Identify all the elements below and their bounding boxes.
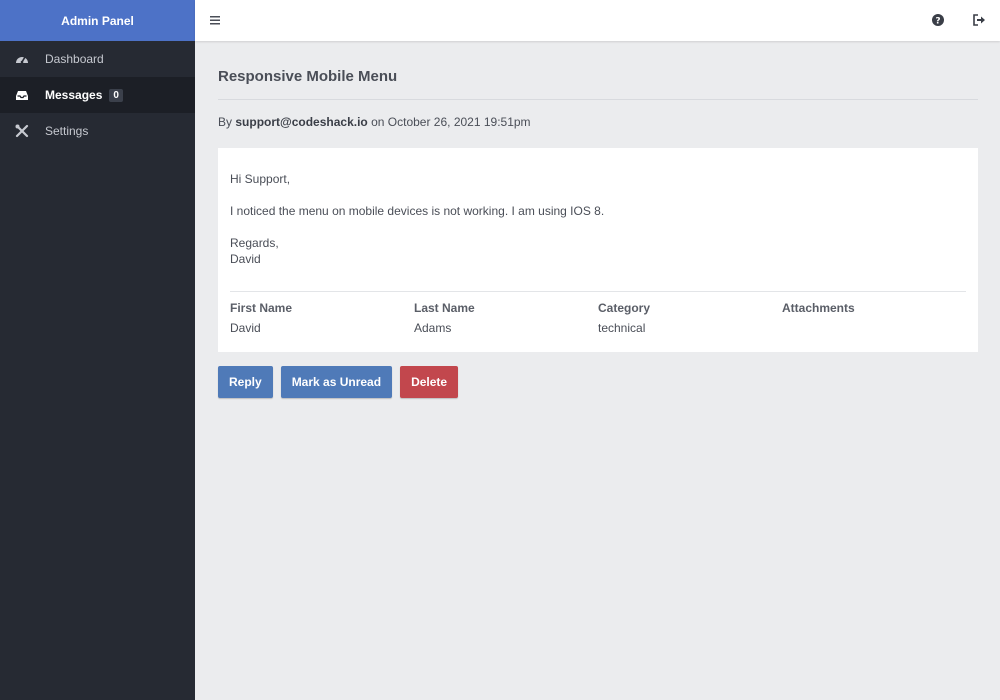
field-value: Adams (414, 321, 452, 335)
svg-text:?: ? (935, 17, 940, 27)
field-label: First Name (230, 301, 293, 315)
sidebar-item-label: Dashboard (45, 52, 104, 66)
sidebar-item-settings[interactable]: Settings (0, 113, 195, 149)
message-date: on October 26, 2021 19:51pm (371, 115, 531, 129)
title-divider (218, 99, 978, 100)
reply-button[interactable]: Reply (218, 366, 273, 398)
top-bar: ? (195, 0, 1000, 41)
message-view: Responsive Mobile Menu By support@codesh… (218, 41, 978, 398)
message-actions: Reply Mark as Unread Delete (218, 366, 978, 398)
gauge-icon (15, 52, 29, 66)
logout-icon[interactable] (972, 13, 986, 27)
message-meta: By support@codeshack.io on October 26, 2… (218, 114, 978, 130)
message-signoff: Regards, David (230, 235, 966, 267)
brand-title[interactable]: Admin Panel (0, 0, 195, 41)
message-greeting: Hi Support, (230, 172, 291, 186)
message-text: I noticed the menu on mobile devices is … (230, 204, 605, 218)
field-category: Category technical (598, 300, 782, 336)
tools-icon (15, 124, 29, 138)
sidebar-item-label: Messages (45, 88, 103, 102)
field-first-name: First Name David (230, 300, 414, 336)
delete-button[interactable]: Delete (400, 366, 459, 398)
field-value (782, 320, 966, 336)
signoff-line: Regards, (230, 236, 279, 250)
field-value: David (230, 321, 261, 335)
sidebar-item-dashboard[interactable]: Dashboard (0, 41, 195, 77)
field-last-name: Last Name Adams (414, 300, 598, 336)
field-value: technical (598, 321, 646, 335)
message-body: Hi Support, I noticed the menu on mobile… (230, 148, 966, 267)
field-attachments: Attachments (782, 300, 966, 336)
meta-prefix: By (218, 115, 233, 129)
field-label: Last Name (414, 301, 475, 315)
menu-icon[interactable] (208, 13, 222, 27)
signature-line: David (230, 252, 261, 266)
unread-count-badge: 0 (109, 88, 123, 102)
field-label: Attachments (782, 301, 855, 315)
message-card: Hi Support, I noticed the menu on mobile… (218, 148, 978, 352)
page-title: Responsive Mobile Menu (218, 68, 398, 85)
field-label: Category (598, 301, 651, 315)
mark-unread-button[interactable]: Mark as Unread (280, 366, 393, 398)
sender-email: support@codeshack.io (235, 115, 368, 129)
help-icon[interactable]: ? (931, 13, 945, 27)
sidebar: Admin Panel Dashboard Messages 0 Setting… (0, 0, 195, 700)
sidebar-item-label: Settings (45, 124, 89, 138)
inbox-icon (15, 88, 29, 102)
sidebar-item-messages[interactable]: Messages 0 (0, 77, 195, 113)
message-fields: First Name David Last Name Adams Categor… (230, 292, 966, 352)
